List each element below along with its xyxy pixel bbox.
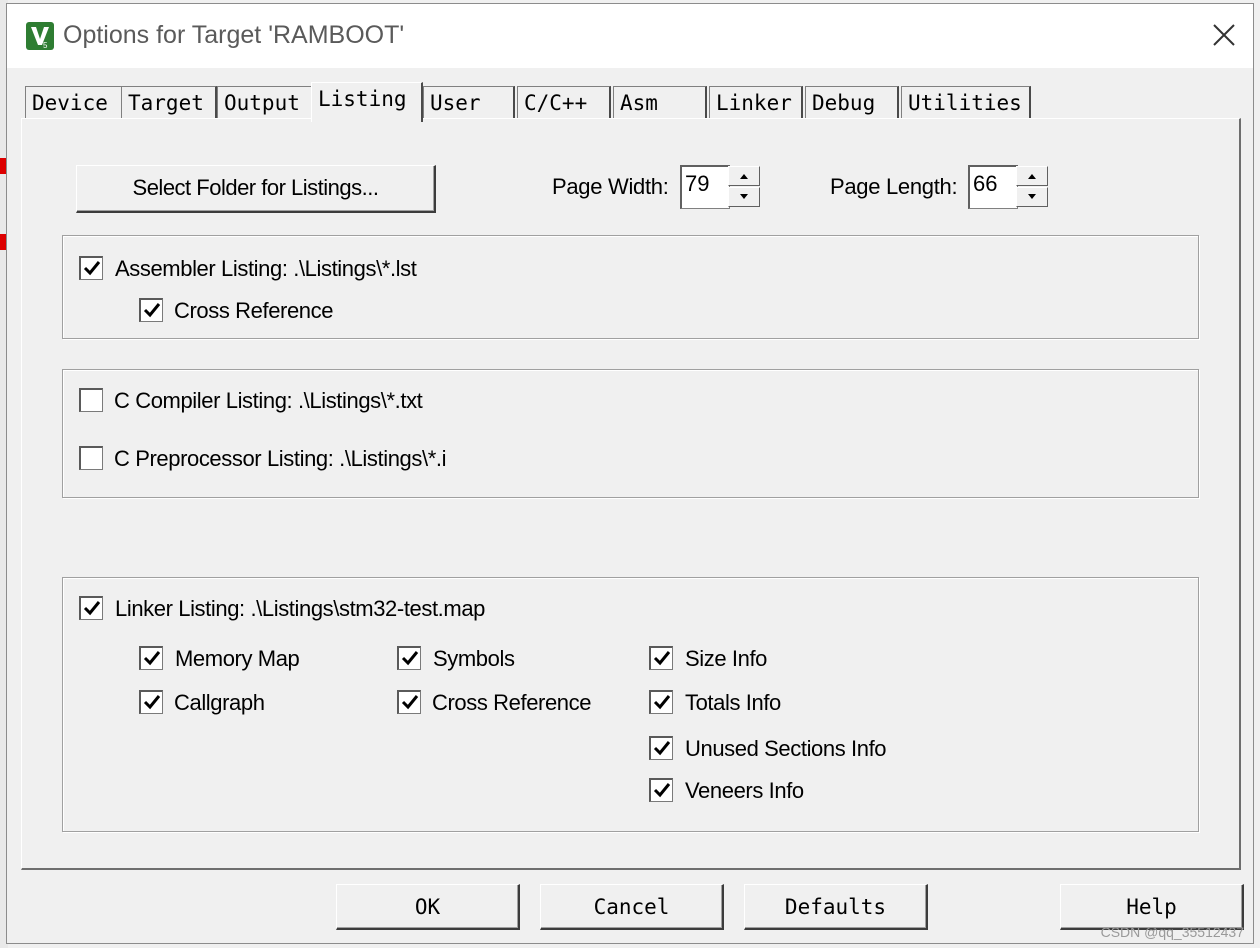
check-icon — [143, 651, 161, 666]
tab-utilities[interactable]: Utilities — [901, 86, 1031, 118]
tab-debug[interactable]: Debug — [805, 86, 899, 118]
check-icon — [401, 695, 419, 710]
page-length-label: Page Length: — [830, 174, 958, 199]
unused-sections-info-label: Unused Sections Info — [685, 736, 887, 761]
check-icon — [143, 303, 161, 318]
c-compiler-listing-label: C Compiler Listing: .\Listings\*.txt — [114, 388, 423, 413]
svg-text:5: 5 — [43, 41, 48, 50]
unused-sections-info-checkbox[interactable] — [649, 736, 673, 760]
check-icon — [83, 261, 101, 276]
options-dialog: 5 Options for Target 'RAMBOOT' Device Ta… — [6, 3, 1254, 944]
page-length-spinner[interactable] — [1016, 166, 1048, 208]
check-icon — [83, 601, 101, 616]
spin-up-icon[interactable] — [1016, 166, 1048, 186]
assembler-listing-checkbox[interactable] — [79, 256, 103, 280]
check-icon — [401, 651, 419, 666]
linker-cross-reference-checkbox[interactable] — [397, 690, 421, 714]
c-compiler-listing-checkbox[interactable] — [79, 388, 103, 412]
keil-uvision-icon: 5 — [26, 22, 54, 50]
tab-linker[interactable]: Linker — [709, 86, 803, 118]
check-icon — [653, 651, 671, 666]
size-info-label: Size Info — [685, 646, 768, 671]
symbols-checkbox[interactable] — [397, 646, 421, 670]
check-icon — [653, 695, 671, 710]
close-icon[interactable] — [1209, 20, 1239, 50]
assembler-group: Assembler Listing: .\Listings\*.lst Cros… — [62, 235, 1199, 339]
window-title: Options for Target 'RAMBOOT' — [63, 21, 405, 49]
check-icon — [653, 783, 671, 798]
check-icon — [143, 695, 161, 710]
tab-target[interactable]: Target — [121, 86, 217, 118]
tab-c-cpp[interactable]: C/C++ — [517, 86, 611, 118]
listing-panel: Select Folder for Listings... Page Width… — [21, 118, 1241, 870]
page-width-spinner[interactable] — [728, 166, 760, 208]
veneers-info-label: Veneers Info — [685, 778, 804, 803]
compiler-group: C Compiler Listing: .\Listings\*.txt C P… — [62, 369, 1199, 498]
assembler-cross-reference-checkbox[interactable] — [139, 298, 163, 322]
c-preprocessor-listing-label: C Preprocessor Listing: .\Listings\*.i — [114, 446, 447, 471]
c-preprocessor-listing-checkbox[interactable] — [79, 446, 103, 470]
check-icon — [653, 741, 671, 756]
linker-listing-checkbox[interactable] — [79, 596, 103, 620]
page-length-input[interactable]: 66 — [968, 165, 1018, 209]
ok-button[interactable]: OK — [336, 884, 520, 930]
page-width-label: Page Width: — [552, 174, 669, 199]
linker-cross-reference-label: Cross Reference — [432, 690, 592, 715]
callgraph-label: Callgraph — [174, 690, 265, 715]
memory-map-checkbox[interactable] — [139, 646, 163, 670]
linker-listing-label: Linker Listing: .\Listings\stm32-test.ma… — [115, 596, 485, 621]
spin-down-icon[interactable] — [1016, 187, 1048, 207]
assembler-listing-label: Assembler Listing: .\Listings\*.lst — [115, 256, 417, 281]
memory-map-label: Memory Map — [175, 646, 300, 671]
defaults-button[interactable]: Defaults — [744, 884, 928, 930]
callgraph-checkbox[interactable] — [139, 690, 163, 714]
page-width-input[interactable]: 79 — [680, 165, 730, 209]
linker-group: Linker Listing: .\Listings\stm32-test.ma… — [62, 577, 1199, 832]
totals-info-checkbox[interactable] — [649, 690, 673, 714]
totals-info-label: Totals Info — [685, 690, 781, 715]
symbols-label: Symbols — [433, 646, 515, 671]
tab-device[interactable]: Device — [25, 86, 123, 118]
select-folder-button[interactable]: Select Folder for Listings... — [76, 165, 436, 213]
assembler-cross-reference-label: Cross Reference — [174, 298, 334, 323]
tab-listing[interactable]: Listing — [311, 82, 423, 122]
spin-down-icon[interactable] — [728, 187, 760, 207]
title-bar: 5 Options for Target 'RAMBOOT' — [7, 4, 1253, 68]
tab-user[interactable]: User — [423, 86, 515, 118]
tab-asm[interactable]: Asm — [613, 86, 707, 118]
tab-output[interactable]: Output — [217, 86, 313, 118]
spin-up-icon[interactable] — [728, 166, 760, 186]
size-info-checkbox[interactable] — [649, 646, 673, 670]
cancel-button[interactable]: Cancel — [540, 884, 724, 930]
watermark: CSDN @qq_35512437 — [1100, 924, 1244, 940]
veneers-info-checkbox[interactable] — [649, 778, 673, 802]
